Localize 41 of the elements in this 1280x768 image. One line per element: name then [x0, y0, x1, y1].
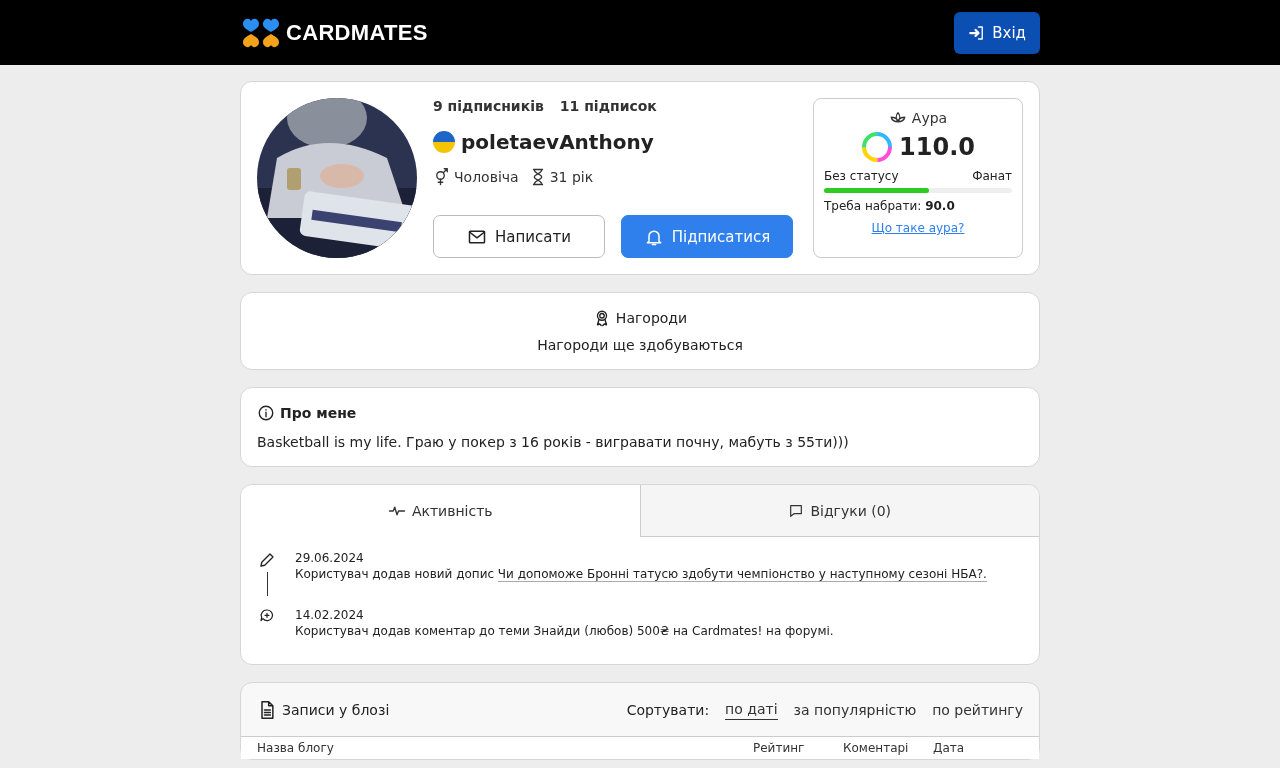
about-text: Basketball is my life. Граю у покер з 16 років - вигравати почну, мабуть з 55ти))): [257, 434, 850, 450]
aura-title: Аура: [911, 110, 948, 126]
sort-option[interactable]: по даті: [725, 699, 778, 720]
followers-count[interactable]: 9 підписників: [433, 98, 544, 114]
sort-option[interactable]: за популярністю: [793, 699, 917, 720]
activity-text: Користувач додав коментар до теми Знайди (любов) 500₴ на Cardmates! на форумі.: [295, 624, 834, 638]
gender-text: Чоловіча: [454, 169, 519, 185]
flag-icon: [433, 131, 455, 153]
pencil-icon: [258, 551, 276, 569]
chat-icon: [788, 502, 805, 519]
username: poletaevAnthony: [461, 130, 654, 154]
status-current: Без статусу: [824, 169, 899, 183]
aura-value: 110.0: [899, 133, 975, 161]
logo-text: CARDMATES: [286, 19, 428, 46]
subscribe-button[interactable]: Підписатися: [621, 215, 793, 258]
activity-date: 14.02.2024: [295, 608, 365, 622]
column-header: Назва блогу: [257, 741, 335, 755]
post-link[interactable]: Чи допоможе Бронні татусю здобути чемпіонство у наступному сезоні НБА?.: [497, 567, 987, 582]
gender-icon: [433, 168, 451, 186]
comment-plus-icon: [259, 608, 275, 624]
activity-date: 29.06.2024: [295, 551, 365, 565]
about-title: Про мене: [280, 405, 357, 421]
aura-needed-text: Треба набрати: 90.0: [824, 199, 955, 213]
login-button[interactable]: Вхід: [954, 11, 1040, 54]
aura-info-link[interactable]: Що таке аура?: [871, 221, 965, 235]
status-next: Фанат: [972, 169, 1012, 183]
info-icon: [257, 404, 275, 422]
aura-ring-icon: [861, 131, 894, 163]
blog-title: Записи у блозі: [282, 701, 390, 718]
age-text: 31 рік: [549, 169, 594, 185]
column-header: Дата: [933, 741, 966, 755]
column-header: Коментарі: [843, 741, 910, 755]
message-button[interactable]: Написати: [433, 215, 605, 258]
activity-text: Користувач додав новий допис Чи допоможе Бронні татусю здобути чемпіонство у наступному сезоні НБА?.: [295, 567, 987, 581]
following-count[interactable]: 11 підписок: [559, 98, 657, 114]
sort-option[interactable]: по рейтингу: [932, 699, 1023, 720]
awards-empty-text: Нагороди ще здобуваються: [537, 337, 743, 353]
sort-label: Сортувати:: [626, 701, 710, 718]
tab[interactable]: Відгуки (0): [639, 485, 1039, 537]
awards-title: Нагороди: [615, 310, 688, 326]
column-header: Рейтинг: [753, 741, 806, 755]
